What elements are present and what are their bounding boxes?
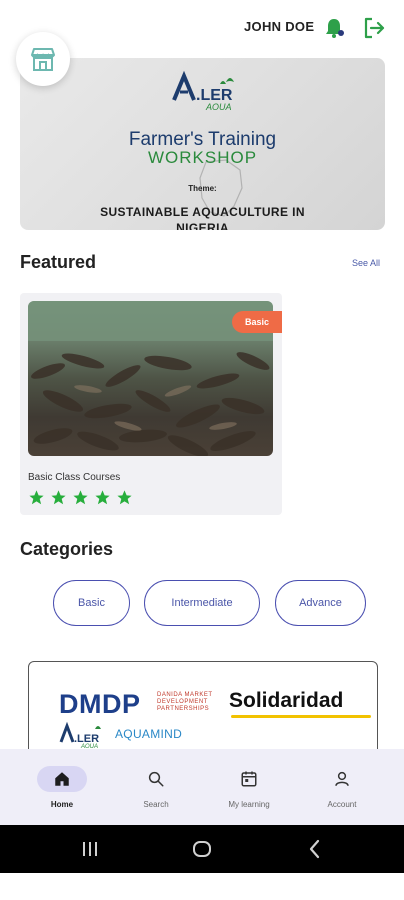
course-title: Basic Class Courses (28, 472, 121, 483)
workshop-banner[interactable]: .LER AQUA Farmer's Training WORKSHOP The… (20, 58, 385, 230)
category-chip-basic[interactable]: Basic (53, 580, 130, 626)
star-icon (73, 490, 88, 505)
system-navigation-bar (0, 825, 404, 873)
store-icon (31, 48, 55, 71)
banner-title-line2: WORKSHOP (147, 148, 258, 167)
dmdp-logo: DMDP (59, 689, 141, 719)
banner-theme-label: Theme: (188, 184, 217, 193)
nav-my-learning[interactable]: My learning (219, 749, 279, 825)
nav-home-label: Home (50, 800, 74, 809)
category-chip-advance[interactable]: Advance (275, 580, 366, 626)
dmdp-sub-line: DEVELOPMENT (157, 699, 208, 705)
aller-aqua-logo: .LER AQUA (172, 70, 234, 110)
nav-my-learning-label: My learning (228, 800, 270, 809)
star-icon (51, 490, 66, 505)
svg-text:AQUA: AQUA (80, 744, 98, 748)
calendar-icon (241, 771, 257, 787)
solidaridad-underline (231, 715, 371, 718)
home-circle-icon[interactable] (190, 837, 214, 861)
store-button[interactable] (16, 32, 70, 86)
solidaridad-logo: Solidaridad (229, 689, 344, 712)
nav-account-indicator (317, 766, 367, 792)
bottom-navigation: Home Search My learning Account (0, 749, 404, 825)
star-icon (29, 490, 44, 505)
star-icon (95, 490, 110, 505)
home-icon (55, 772, 69, 786)
category-chip-intermediate[interactable]: Intermediate (144, 580, 260, 626)
categories-heading: Categories (20, 539, 114, 559)
recents-icon[interactable] (78, 837, 102, 861)
dmdp-subtitle: DANIDA MARKET DEVELOPMENT PARTNERSHIPS (157, 692, 213, 713)
star-icon (117, 490, 132, 505)
nav-home-indicator (37, 766, 87, 792)
nav-search[interactable]: Search (131, 749, 181, 825)
user-icon (335, 771, 349, 786)
nav-learning-indicator (219, 766, 279, 792)
aquamind-logo: AQUAMIND (115, 727, 183, 741)
nav-home[interactable]: Home (37, 749, 87, 825)
level-badge: Basic (232, 311, 282, 333)
back-icon[interactable] (303, 837, 327, 861)
notification-dot (338, 30, 344, 36)
nav-search-label: Search (143, 800, 169, 809)
dmdp-sub-line: PARTNERSHIPS (157, 706, 210, 712)
featured-heading: Featured (20, 252, 97, 272)
banner-theme-line2: NIGERIA (176, 221, 229, 230)
see-all-link[interactable]: See All (352, 258, 380, 268)
nav-account-label: Account (327, 800, 357, 809)
banner-theme-line1: SUSTAINABLE AQUACULTURE IN (100, 205, 305, 219)
logout-icon[interactable] (362, 16, 386, 40)
dmdp-sub-line: DANIDA MARKET (157, 692, 213, 698)
aller-aqua-small-logo: .LER AQUA (59, 721, 101, 748)
course-card[interactable]: Basic Basic Class Courses (20, 293, 282, 515)
partners-banner: DMDP DANIDA MARKET DEVELOPMENT PARTNERSH… (28, 661, 378, 761)
svg-text:AQUA: AQUA (205, 102, 232, 110)
nav-account[interactable]: Account (317, 749, 367, 825)
username: JOHN DOE (244, 19, 315, 34)
nav-search-indicator (131, 766, 181, 792)
course-rating (28, 489, 133, 506)
search-icon (148, 771, 164, 787)
